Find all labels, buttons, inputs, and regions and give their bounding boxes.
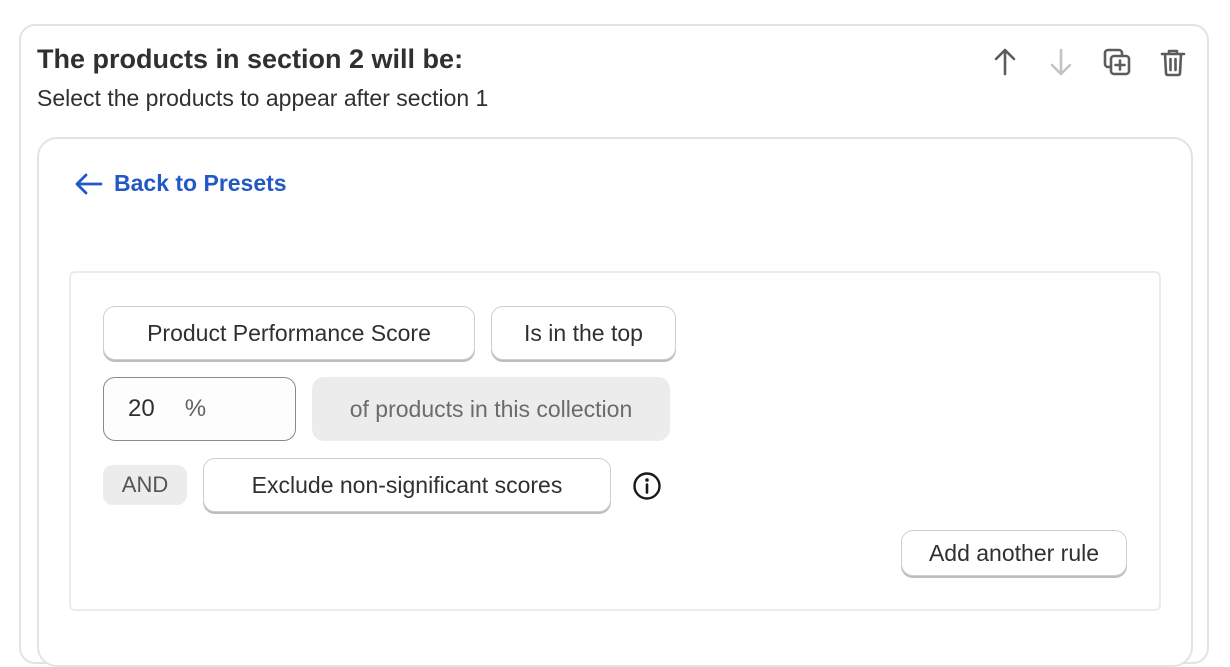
arrow-up-icon	[994, 48, 1016, 76]
back-to-presets-link[interactable]: Back to Presets	[74, 170, 287, 197]
duplicate-button[interactable]	[1099, 44, 1135, 80]
percentage-input[interactable]: 20 %	[103, 377, 296, 441]
rule-field-select[interactable]: Product Performance Score	[103, 306, 475, 360]
back-link-label: Back to Presets	[114, 170, 287, 196]
move-down-button[interactable]	[1043, 44, 1079, 80]
delete-button[interactable]	[1155, 44, 1191, 80]
arrow-down-icon	[1050, 48, 1072, 76]
trash-icon	[1160, 49, 1186, 77]
percentage-suffix: %	[184, 395, 207, 422]
percentage-value: 20	[128, 395, 155, 422]
exclude-non-significant-button[interactable]: Exclude non-significant scores	[203, 458, 611, 512]
duplicate-icon	[1103, 48, 1131, 76]
section-title: The products in section 2 will be:	[37, 44, 464, 74]
and-connector-badge: AND	[103, 465, 187, 505]
add-another-rule-button[interactable]: Add another rule	[901, 530, 1127, 576]
info-icon[interactable]	[632, 471, 662, 501]
move-up-button[interactable]	[987, 44, 1023, 80]
rule-operator-select[interactable]: Is in the top	[491, 306, 676, 360]
scope-text: of products in this collection	[312, 377, 670, 441]
section-subtitle: Select the products to appear after sect…	[37, 85, 489, 111]
arrow-left-icon	[75, 173, 103, 194]
